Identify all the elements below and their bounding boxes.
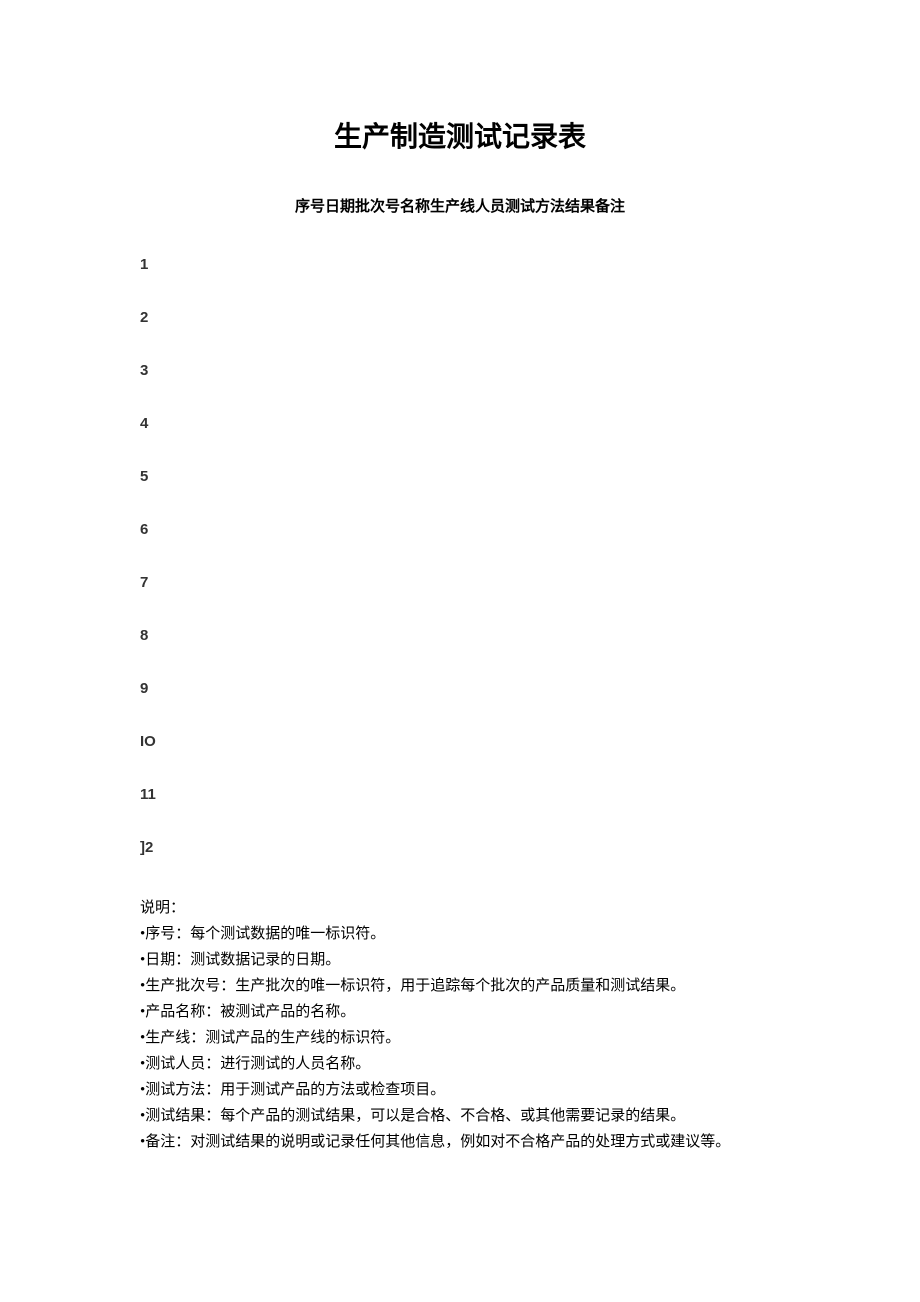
explanation-text: 日期：测试数据记录的日期。 <box>145 948 780 972</box>
explanation-text: 测试人员：进行测试的人员名称。 <box>145 1052 780 1076</box>
explanation-item: •测试方法：用于测试产品的方法或检查项目。 <box>140 1078 780 1102</box>
table-rows-container: 1 2 3 4 5 6 7 8 9 IO 11 ]2 <box>140 256 780 856</box>
explanation-item: •日期：测试数据记录的日期。 <box>140 948 780 972</box>
explanation-item: •生产批次号：生产批次的唯一标识符，用于追踪每个批次的产品质量和测试结果。 <box>140 974 780 998</box>
explanation-item: •产品名称：被测试产品的名称。 <box>140 1000 780 1024</box>
document-title: 生产制造测试记录表 <box>140 115 780 155</box>
table-row: 2 <box>140 309 780 326</box>
table-row: IO <box>140 733 780 750</box>
table-row: 3 <box>140 362 780 379</box>
explanation-title: 说明： <box>140 896 780 920</box>
table-row: 7 <box>140 574 780 591</box>
explanation-item: •生产线：测试产品的生产线的标识符。 <box>140 1026 780 1050</box>
table-header-row: 序号日期批次号名称生产线人员测试方法结果备注 <box>140 195 780 216</box>
explanation-text: 测试方法：用于测试产品的方法或检查项目。 <box>145 1078 780 1102</box>
table-row: 1 <box>140 256 780 273</box>
explanation-text: 生产批次号：生产批次的唯一标识符，用于追踪每个批次的产品质量和测试结果。 <box>145 974 780 998</box>
explanation-section: 说明： •序号：每个测试数据的唯一标识符。 •日期：测试数据记录的日期。 •生产… <box>140 896 780 1154</box>
table-row: 5 <box>140 468 780 485</box>
explanation-item: •测试结果：每个产品的测试结果，可以是合格、不合格、或其他需要记录的结果。 <box>140 1104 780 1128</box>
table-row: 11 <box>140 786 780 803</box>
table-row: 9 <box>140 680 780 697</box>
explanation-text: 序号：每个测试数据的唯一标识符。 <box>145 922 780 946</box>
explanation-text: 备注：对测试结果的说明或记录任何其他信息，例如对不合格产品的处理方式或建议等。 <box>145 1130 780 1154</box>
explanation-text: 生产线：测试产品的生产线的标识符。 <box>145 1026 780 1050</box>
table-row: 4 <box>140 415 780 432</box>
table-row: 6 <box>140 521 780 538</box>
table-row: ]2 <box>140 839 780 856</box>
explanation-text: 测试结果：每个产品的测试结果，可以是合格、不合格、或其他需要记录的结果。 <box>145 1104 780 1128</box>
explanation-item: •测试人员：进行测试的人员名称。 <box>140 1052 780 1076</box>
explanation-item: •序号：每个测试数据的唯一标识符。 <box>140 922 780 946</box>
explanation-text: 产品名称：被测试产品的名称。 <box>145 1000 780 1024</box>
explanation-item: •备注：对测试结果的说明或记录任何其他信息，例如对不合格产品的处理方式或建议等。 <box>140 1130 780 1154</box>
table-row: 8 <box>140 627 780 644</box>
explanation-list: •序号：每个测试数据的唯一标识符。 •日期：测试数据记录的日期。 •生产批次号：… <box>140 922 780 1154</box>
